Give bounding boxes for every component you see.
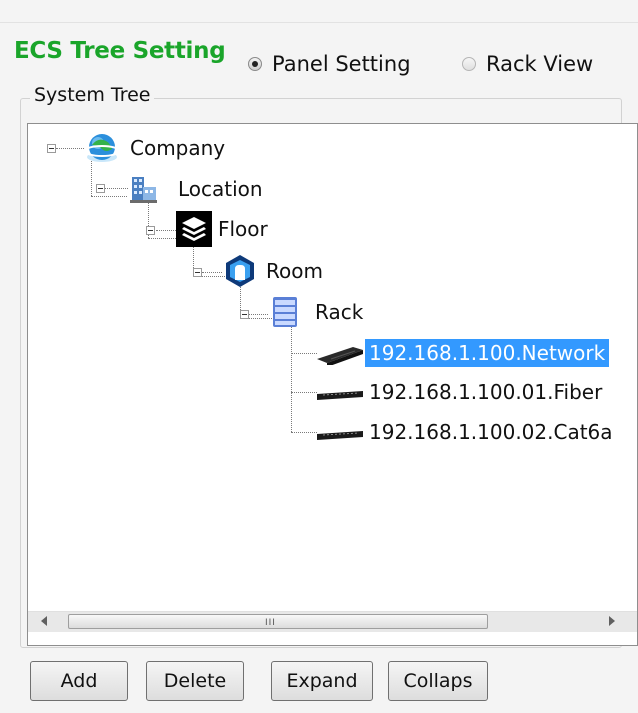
tree-node-label: 192.168.1.100.01.Fiber — [369, 380, 603, 404]
building-icon — [130, 177, 157, 203]
radio-rack-view-label: Rack View — [486, 52, 594, 76]
tree-connector — [56, 148, 84, 149]
tree-node-device-cat6a[interactable]: 192.168.1.100.02.Cat6a — [315, 418, 617, 446]
tree-node-rack[interactable]: Rack — [268, 297, 367, 327]
page-title: ECS Tree Setting — [14, 38, 226, 64]
tree-connector — [291, 326, 292, 432]
scroll-right-arrow-icon[interactable] — [609, 616, 615, 626]
tree-connector — [148, 238, 178, 239]
tree-node-room[interactable]: Room — [222, 255, 327, 287]
tree-connector — [291, 353, 317, 354]
radio-unchecked-icon[interactable] — [462, 57, 476, 71]
tree-node-device-fiber[interactable]: 192.168.1.100.01.Fiber — [315, 378, 606, 406]
tree-node-floor[interactable]: Floor — [176, 211, 272, 247]
collapse-button[interactable]: Collaps — [388, 661, 488, 701]
add-button[interactable]: Add — [30, 661, 128, 701]
radio-rack-view[interactable]: Rack View — [462, 52, 593, 76]
radio-checked-icon[interactable] — [248, 57, 262, 71]
horizontal-scrollbar[interactable]: III — [28, 611, 637, 632]
radio-panel-setting-label: Panel Setting — [272, 52, 411, 76]
radio-panel-setting[interactable]: Panel Setting — [248, 52, 411, 76]
system-tree-legend: System Tree — [30, 84, 155, 106]
collapse-room-toggle[interactable] — [193, 268, 202, 277]
collapse-rack-toggle[interactable] — [240, 310, 249, 319]
tree-connector — [202, 272, 222, 273]
tree-node-company[interactable]: Company — [84, 134, 229, 162]
layers-icon — [176, 211, 212, 247]
globe-icon — [84, 134, 120, 162]
scrollbar-thumb[interactable]: III — [68, 614, 488, 629]
scroll-left-arrow-icon[interactable] — [41, 616, 47, 626]
tree-node-label: Floor — [218, 217, 268, 241]
collapse-company-toggle[interactable] — [47, 144, 56, 153]
tree-node-label: 192.168.1.100.Network — [365, 339, 610, 367]
tree-connector — [291, 432, 317, 433]
tree-view[interactable]: Company Location Floor Room Rack 192.168… — [27, 123, 638, 646]
room-icon — [226, 255, 254, 287]
tree-connector — [91, 196, 127, 197]
tree-node-label: Company — [130, 136, 226, 160]
tree-connector — [102, 188, 128, 189]
collapse-location-toggle[interactable] — [96, 184, 105, 193]
server-rack-icon — [273, 297, 297, 327]
top-strip — [0, 0, 638, 23]
delete-button[interactable]: Delete — [146, 661, 244, 701]
tree-connector — [291, 392, 317, 393]
patch-panel-icon — [317, 431, 363, 440]
collapse-floor-toggle[interactable] — [146, 226, 155, 235]
tree-node-device-network[interactable]: 192.168.1.100.Network — [315, 339, 610, 367]
tree-connector — [248, 314, 268, 315]
tree-node-label: Location — [178, 177, 263, 201]
tree-node-label: Room — [266, 259, 323, 283]
tree-node-location[interactable]: Location — [128, 175, 267, 203]
tree-node-label: Rack — [315, 300, 364, 324]
network-switch-icon — [317, 347, 363, 365]
scrollbar-grip: III — [265, 618, 276, 628]
patch-panel-icon — [317, 391, 363, 400]
tree-connector — [156, 230, 176, 231]
expand-button[interactable]: Expand — [271, 661, 373, 701]
tree-node-label: 192.168.1.100.02.Cat6a — [369, 420, 613, 444]
